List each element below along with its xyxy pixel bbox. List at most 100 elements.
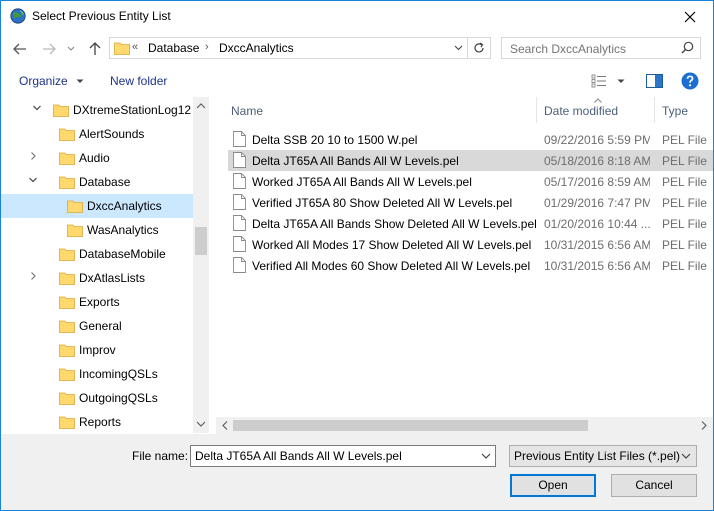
up-button[interactable]	[84, 37, 106, 61]
address-row: « Database › DxccAnalytics	[1, 37, 713, 61]
folder-icon	[59, 391, 75, 408]
scroll-up-icon[interactable]	[193, 99, 209, 113]
folder-icon	[59, 271, 75, 288]
folder-icon	[59, 367, 75, 384]
folder-icon	[53, 103, 69, 120]
file-row[interactable]: Worked All Modes 17 Show Deleted All W L…	[228, 234, 713, 255]
breadcrumb-dxccanalytics[interactable]: DxccAnalytics	[219, 41, 294, 55]
tree-item-label: AlertSounds	[79, 127, 145, 141]
chevron-right-icon[interactable]	[27, 271, 39, 283]
column-divider[interactable]	[536, 97, 537, 123]
preview-pane-button[interactable]	[646, 74, 664, 90]
tree-item-general[interactable]: General	[1, 314, 193, 338]
file-row[interactable]: Delta JT65A All Bands All W Levels.pel 05…	[228, 150, 713, 171]
navigation-pane: DXtremeStationLog12 AlertSounds Audio Datab…	[1, 97, 209, 433]
tree-item-improv[interactable]: Improv	[1, 338, 193, 362]
file-name-combobox[interactable]: Delta JT65A All Bands All W Levels.pel	[190, 445, 496, 467]
tree-item-audio[interactable]: Audio	[1, 146, 193, 170]
back-button[interactable]	[9, 37, 31, 61]
refresh-button[interactable]	[467, 38, 490, 58]
forward-button[interactable]	[38, 37, 60, 61]
column-header-type[interactable]: Type	[662, 104, 688, 130]
folder-icon	[59, 295, 75, 312]
file-row[interactable]: Delta JT65A All Bands Show Deleted All W…	[228, 213, 713, 234]
column-header-name[interactable]: Name	[231, 104, 263, 130]
organize-button[interactable]: Organize	[19, 74, 84, 88]
help-button[interactable]	[681, 72, 699, 90]
folder-icon	[114, 42, 130, 55]
navigation-scrollbar[interactable]	[193, 97, 209, 433]
file-row[interactable]: Delta SSB 20 10 to 1500 W.pel 09/22/2016 …	[228, 129, 713, 150]
file-name: Verified All Modes 60 Show Deleted All W…	[252, 259, 531, 273]
recent-locations-button[interactable]	[63, 37, 79, 61]
address-dropdown-button[interactable]	[450, 38, 466, 58]
folder-icon	[67, 199, 83, 216]
cancel-button[interactable]: Cancel	[611, 474, 697, 497]
view-options-button[interactable]	[591, 74, 627, 90]
tree-item-alertsounds[interactable]: AlertSounds	[1, 122, 193, 146]
chevron-right-icon[interactable]	[27, 151, 39, 163]
file-list-pane: Name Date modified Type Delta SSB 20 10 …	[216, 97, 713, 433]
tree-item-label: OutgoingQSLs	[79, 391, 158, 405]
tree-item-reports[interactable]: Reports	[1, 410, 193, 433]
folder-icon	[59, 127, 75, 144]
file-row[interactable]: Verified All Modes 60 Show Deleted All W…	[228, 255, 713, 276]
file-name: Delta JT65A All Bands Show Deleted All W…	[252, 217, 537, 231]
new-folder-button[interactable]: New folder	[110, 74, 167, 88]
tree-item-label: General	[79, 319, 122, 333]
column-divider[interactable]	[654, 97, 655, 123]
tree-item-exports[interactable]: Exports	[1, 290, 193, 314]
tree-item-outgoingqsls[interactable]: OutgoingQSLs	[1, 386, 193, 410]
file-date-modified: 01/20/2016 10:44 ...	[544, 217, 650, 231]
document-icon	[233, 152, 246, 171]
help-icon	[681, 72, 699, 90]
scroll-down-icon[interactable]	[193, 417, 209, 431]
tree-item-label: Database	[79, 175, 131, 189]
tree-item-database[interactable]: Database	[1, 170, 193, 194]
chevron-down-icon[interactable]	[479, 448, 493, 464]
folder-icon	[67, 223, 83, 240]
address-bar[interactable]: « Database › DxccAnalytics	[109, 37, 491, 59]
arrow-right-icon	[43, 43, 56, 55]
tree-item-wasanalytics[interactable]: WasAnalytics	[1, 218, 193, 242]
file-date-modified: 10/31/2015 6:56 AM	[544, 238, 650, 252]
file-row[interactable]: Verified JT65A 80 Show Deleted All W Lev…	[228, 192, 713, 213]
chevron-down-icon[interactable]	[27, 175, 39, 187]
window-title: Select Previous Entity List	[32, 9, 171, 23]
file-name: Delta JT65A All Bands All W Levels.pel	[252, 154, 459, 168]
horizontal-scrollbar[interactable]	[216, 417, 713, 434]
tree-item-label: DxccAnalytics	[87, 199, 162, 213]
chevron-down-icon	[67, 46, 75, 51]
tree-item-label: WasAnalytics	[87, 223, 159, 237]
tree-item-incomingqsls[interactable]: IncomingQSLs	[1, 362, 193, 386]
column-header-date-modified[interactable]: Date modified	[544, 104, 618, 130]
tree-item-dxccanalytics[interactable]: DxccAnalytics	[1, 194, 193, 218]
chevron-down-icon	[617, 79, 625, 83]
horizontal-scroll-thumb[interactable]	[233, 420, 588, 431]
tree-item-databasemobile[interactable]: DatabaseMobile	[1, 242, 193, 266]
file-row[interactable]: Worked JT65A All Bands All W Levels.pel 0…	[228, 171, 713, 192]
organize-label: Organize	[19, 74, 68, 88]
chevron-down-icon	[681, 453, 691, 459]
file-name-input[interactable]: Delta JT65A All Bands All W Levels.pel	[195, 449, 402, 463]
breadcrumb-database[interactable]: Database	[148, 41, 199, 55]
preview-pane-icon	[646, 74, 663, 88]
tree-item-label: Reports	[79, 415, 122, 429]
search-icon[interactable]	[681, 41, 694, 54]
scroll-left-icon[interactable]	[218, 417, 232, 434]
tree-item-dxatlaslists[interactable]: DxAtlasLists	[1, 266, 193, 290]
open-button[interactable]: Open	[510, 474, 596, 497]
details-view-icon	[591, 74, 606, 88]
tree-item-dxtremestationlog12[interactable]: DXtremeStationLog12	[1, 98, 193, 122]
scroll-right-icon[interactable]	[697, 417, 711, 434]
file-type: PEL File	[662, 259, 707, 273]
breadcrumb-overflow[interactable]: «	[132, 41, 138, 53]
file-date-modified: 10/31/2015 6:56 AM	[544, 259, 650, 273]
close-button[interactable]	[667, 1, 713, 32]
tree-item-label: Audio	[79, 151, 110, 165]
navigation-scroll-thumb[interactable]	[195, 227, 207, 255]
search-input[interactable]	[508, 40, 682, 58]
chevron-down-icon[interactable]	[31, 103, 43, 115]
file-date-modified: 01/29/2016 7:47 PM	[544, 196, 650, 210]
file-type-select[interactable]: Previous Entity List Files (*.pel)	[509, 445, 697, 467]
